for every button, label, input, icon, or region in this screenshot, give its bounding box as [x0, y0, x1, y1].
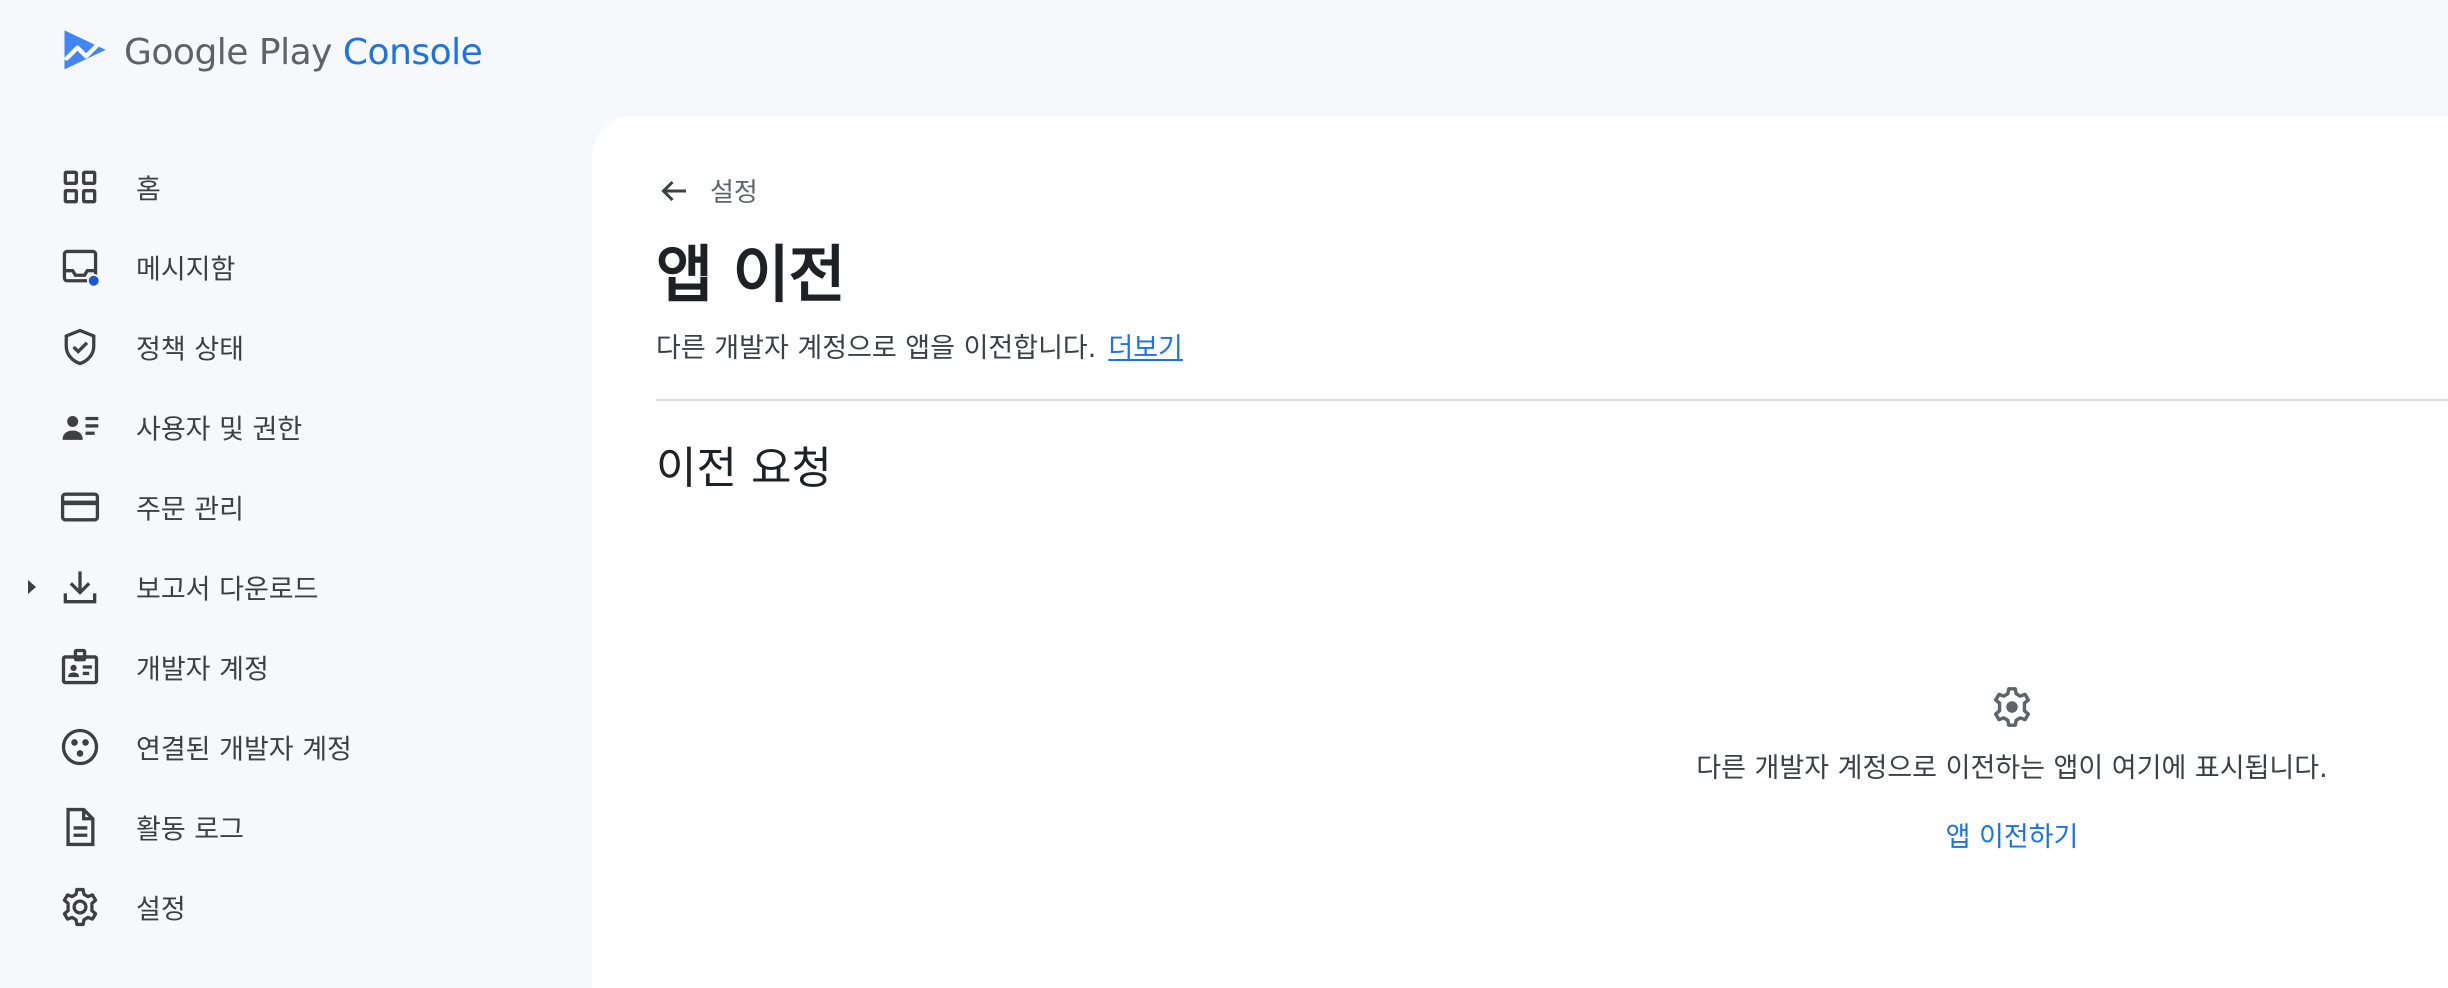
- gear-icon: [58, 885, 102, 929]
- sidebar-item-policy-status[interactable]: 정책 상태: [0, 307, 590, 387]
- logo-text: Google Play Console: [124, 31, 483, 73]
- sidebar-item-label: 주문 관리: [136, 494, 244, 526]
- sidebar-nav: 홈 메시지함 정책 상태 사용자 및 권한 주문 관리 보고서 다운로드 개발자…: [0, 147, 590, 947]
- sidebar-item-activity-log[interactable]: 활동 로그: [0, 787, 590, 867]
- badge-icon: [58, 645, 102, 689]
- sidebar-item-label: 사용자 및 권한: [136, 414, 303, 446]
- back-to-settings-link[interactable]: 설정: [656, 172, 758, 209]
- sidebar-item-order-management[interactable]: 주문 관리: [0, 467, 590, 547]
- logo-google-play: Google Play: [124, 31, 332, 73]
- sidebar-item-label: 메시지함: [136, 254, 236, 286]
- section-divider: [656, 399, 2448, 401]
- sidebar-item-home[interactable]: 홈: [0, 147, 590, 227]
- empty-state-text: 다른 개발자 계정으로 이전하는 앱이 여기에 표시됩니다.: [1696, 753, 2328, 784]
- main-content: 설정 앱 이전 다른 개발자 계정으로 앱을 이전합니다. 더보기 이전 요청 다…: [592, 116, 2448, 988]
- app-root: Google Play Console 홈 메시지함 정책 상태 사용자 및 권…: [0, 0, 2448, 988]
- sidebar-item-developer-account[interactable]: 개발자 계정: [0, 627, 590, 707]
- linked-accounts-icon: [58, 725, 102, 769]
- google-play-console-logo[interactable]: Google Play Console: [58, 24, 483, 80]
- download-icon: [58, 565, 102, 609]
- sidebar-item-label: 연결된 개발자 계정: [136, 734, 352, 766]
- sidebar-item-label: 활동 로그: [136, 814, 244, 846]
- caret-right-icon[interactable]: [24, 577, 40, 597]
- sidebar-item-label: 개발자 계정: [136, 654, 269, 686]
- sidebar-item-inbox[interactable]: 메시지함: [0, 227, 590, 307]
- description-text: 다른 개발자 계정으로 앱을 이전합니다.: [656, 333, 1097, 364]
- dashboard-icon: [58, 165, 102, 209]
- document-icon: [58, 805, 102, 849]
- logo-console: Console: [342, 31, 483, 73]
- credit-card-icon: [58, 485, 102, 529]
- page-description: 다른 개발자 계정으로 앱을 이전합니다. 더보기: [656, 326, 1183, 365]
- sidebar-item-linked-developer-accounts[interactable]: 연결된 개발자 계정: [0, 707, 590, 787]
- sidebar-item-label: 정책 상태: [136, 334, 244, 366]
- arrow-back-icon: [656, 173, 692, 209]
- play-console-logo-icon: [58, 26, 110, 78]
- empty-state: 다른 개발자 계정으로 이전하는 앱이 여기에 표시됩니다. 앱 이전하기: [1692, 684, 2332, 854]
- sidebar-item-label: 보고서 다운로드: [136, 574, 319, 606]
- section-title: 이전 요청: [656, 443, 832, 494]
- sidebar-item-download-reports[interactable]: 보고서 다운로드: [0, 547, 590, 627]
- sidebar-item-users-permissions[interactable]: 사용자 및 권한: [0, 387, 590, 467]
- inbox-icon: [58, 245, 102, 289]
- gear-icon: [1989, 684, 2035, 730]
- manage-accounts-icon: [58, 405, 102, 449]
- transfer-app-button[interactable]: 앱 이전하기: [1946, 815, 2079, 854]
- sidebar-item-label: 홈: [136, 174, 161, 206]
- back-label: 설정: [710, 178, 758, 208]
- sidebar-item-settings[interactable]: 설정: [0, 867, 590, 947]
- shield-check-icon: [58, 325, 102, 369]
- learn-more-link[interactable]: 더보기: [1108, 333, 1183, 364]
- sidebar-item-label: 설정: [136, 894, 186, 926]
- page-title: 앱 이전: [656, 238, 846, 311]
